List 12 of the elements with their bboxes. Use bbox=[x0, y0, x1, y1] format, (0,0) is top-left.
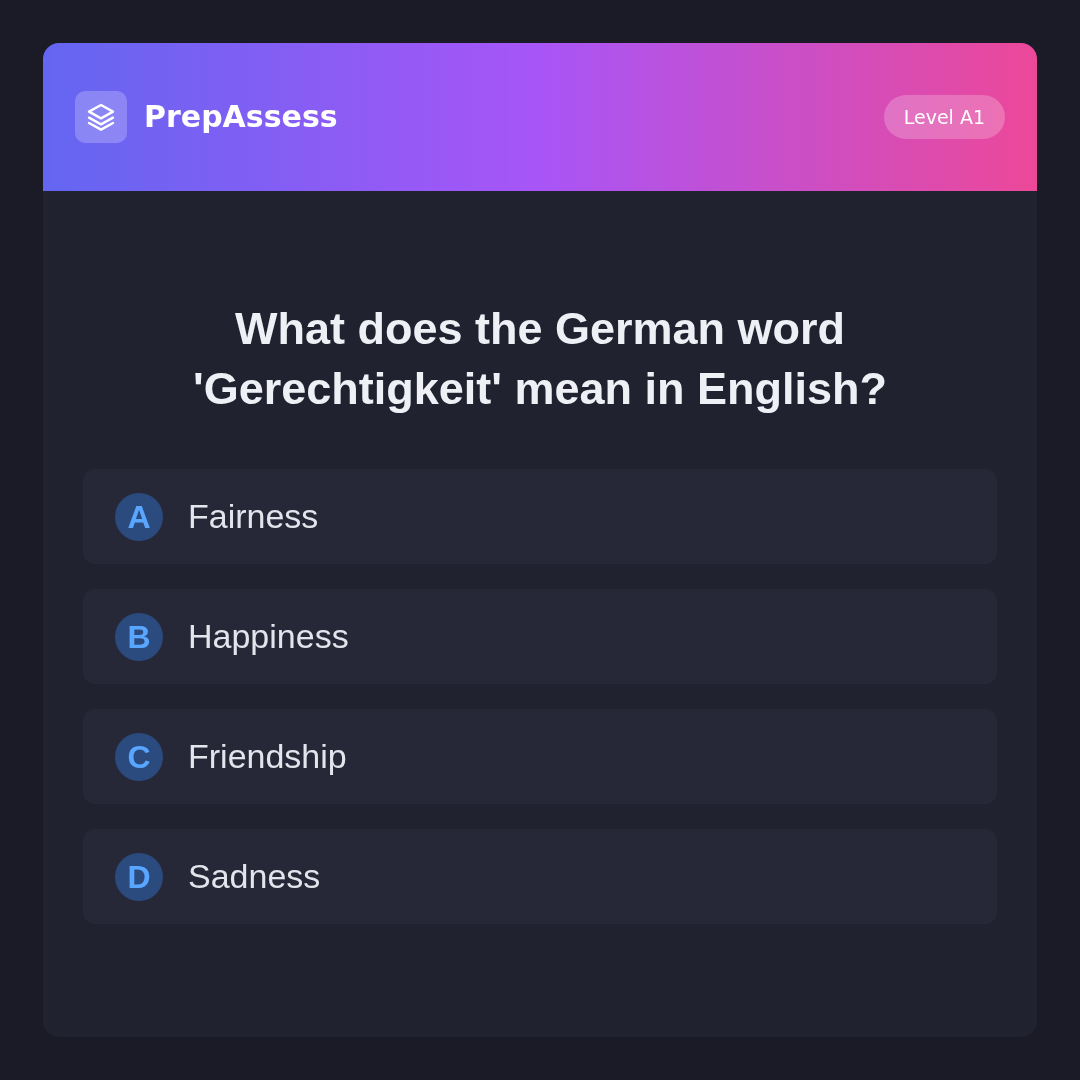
option-letter: A bbox=[115, 492, 163, 541]
answer-option[interactable]: D Sadness bbox=[83, 829, 997, 924]
brand-name: PrepAssess bbox=[144, 99, 338, 135]
option-letter: B bbox=[115, 612, 163, 661]
answer-option[interactable]: C Friendship bbox=[83, 709, 997, 804]
answer-option[interactable]: B Happiness bbox=[83, 589, 997, 684]
level-badge: Level A1 bbox=[883, 95, 1005, 139]
question-text: What does the German word 'Gerechtigkeit' mean in English? bbox=[191, 302, 889, 416]
layers-icon bbox=[75, 91, 127, 143]
option-letter: C bbox=[115, 732, 163, 781]
option-letter: D bbox=[115, 852, 163, 901]
answer-option[interactable]: A Fairness bbox=[83, 469, 997, 564]
